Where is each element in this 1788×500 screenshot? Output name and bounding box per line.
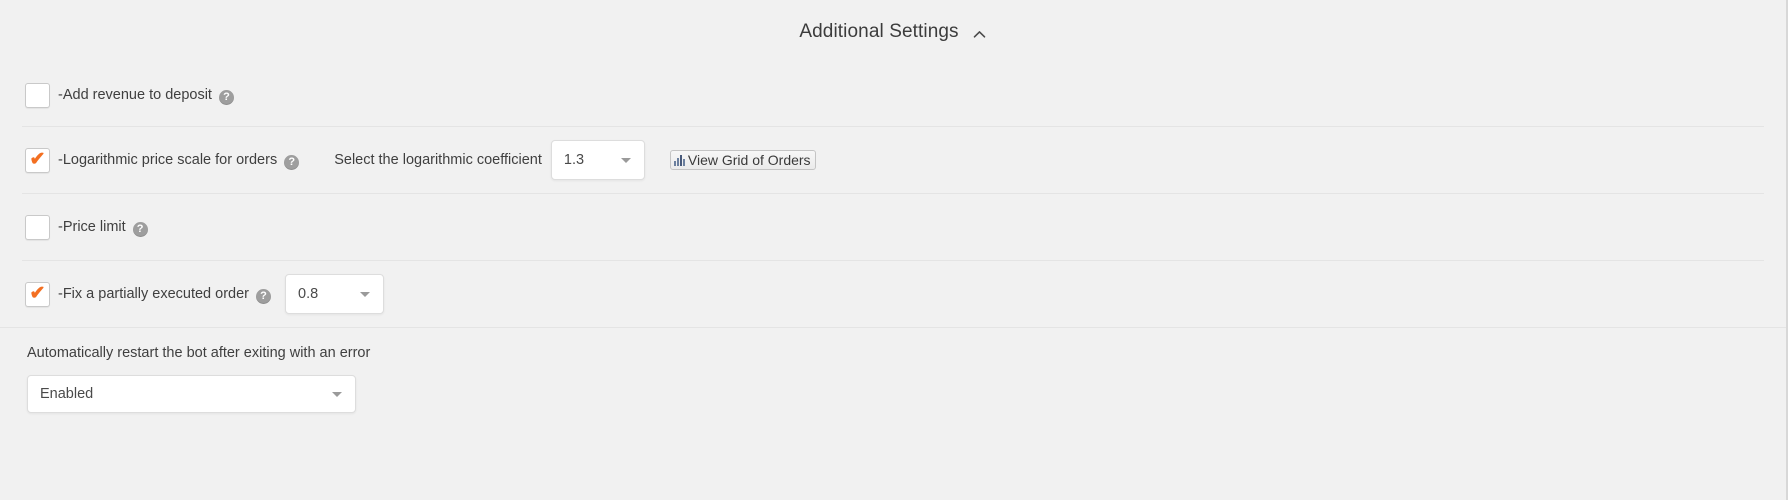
additional-settings-panel: Additional Settings ✔ -Add revenue to de… bbox=[0, 0, 1788, 500]
chevron-down-icon bbox=[360, 291, 370, 297]
setting-row: ✔ -Price limit ? bbox=[22, 193, 1764, 260]
setting-row: ✔ -Fix a partially executed order ? 0.8 bbox=[22, 260, 1764, 327]
partial-order-coefficient-select[interactable]: 0.8 bbox=[285, 274, 384, 314]
help-icon[interactable]: ? bbox=[132, 221, 148, 237]
auto-restart-inner: Automatically restart the bot after exit… bbox=[22, 345, 1764, 413]
setting-label-fix-partially-executed-order: -Fix a partially executed order bbox=[58, 286, 249, 302]
settings-rows: ✔ -Add revenue to deposit ? ✔ -Logarithm… bbox=[0, 64, 1786, 327]
chevron-up-icon[interactable] bbox=[972, 27, 987, 42]
help-icon[interactable]: ? bbox=[256, 288, 271, 304]
check-icon: ✔ bbox=[29, 148, 46, 170]
partial-order-coefficient-value: 0.8 bbox=[298, 286, 319, 302]
auto-restart-value: Enabled bbox=[40, 386, 94, 402]
auto-restart-select[interactable]: Enabled bbox=[27, 375, 356, 413]
setting-label-logarithmic-price-scale: -Logarithmic price scale for orders bbox=[58, 152, 278, 168]
setting-row: ✔ -Logarithmic price scale for orders ? … bbox=[22, 126, 1764, 193]
checkbox-price-limit[interactable]: ✔ bbox=[25, 214, 50, 240]
chevron-down-icon bbox=[620, 157, 631, 163]
setting-label-add-revenue: -Add revenue to deposit bbox=[58, 87, 212, 103]
view-grid-of-orders-label: View Grid of Orders bbox=[687, 152, 811, 168]
chevron-down-icon bbox=[332, 391, 342, 397]
auto-restart-label: Automatically restart the bot after exit… bbox=[27, 345, 371, 361]
checkbox-logarithmic-price-scale[interactable]: ✔ bbox=[25, 147, 50, 173]
checkbox-add-revenue-to-deposit[interactable]: ✔ bbox=[25, 82, 50, 108]
view-grid-of-orders-button[interactable]: View Grid of Orders bbox=[669, 150, 816, 170]
logarithmic-coefficient-value: 1.3 bbox=[563, 152, 585, 168]
help-icon[interactable]: ? bbox=[218, 89, 234, 105]
additional-settings-header[interactable]: Additional Settings bbox=[0, 0, 1786, 64]
setting-row: ✔ -Add revenue to deposit ? bbox=[22, 64, 1764, 126]
logarithmic-coefficient-select[interactable]: 1.3 bbox=[550, 140, 645, 180]
check-icon: ✔ bbox=[29, 282, 46, 304]
page-title: Additional Settings bbox=[799, 21, 959, 42]
logarithmic-coefficient-label: Select the logarithmic coefficient bbox=[334, 152, 542, 168]
checkbox-fix-partially-executed-order[interactable]: ✔ bbox=[25, 281, 50, 307]
help-icon[interactable]: ? bbox=[284, 154, 300, 170]
setting-label-price-limit: -Price limit bbox=[58, 219, 126, 235]
bar-chart-icon bbox=[673, 154, 686, 166]
auto-restart-section: Automatically restart the bot after exit… bbox=[0, 327, 1786, 413]
